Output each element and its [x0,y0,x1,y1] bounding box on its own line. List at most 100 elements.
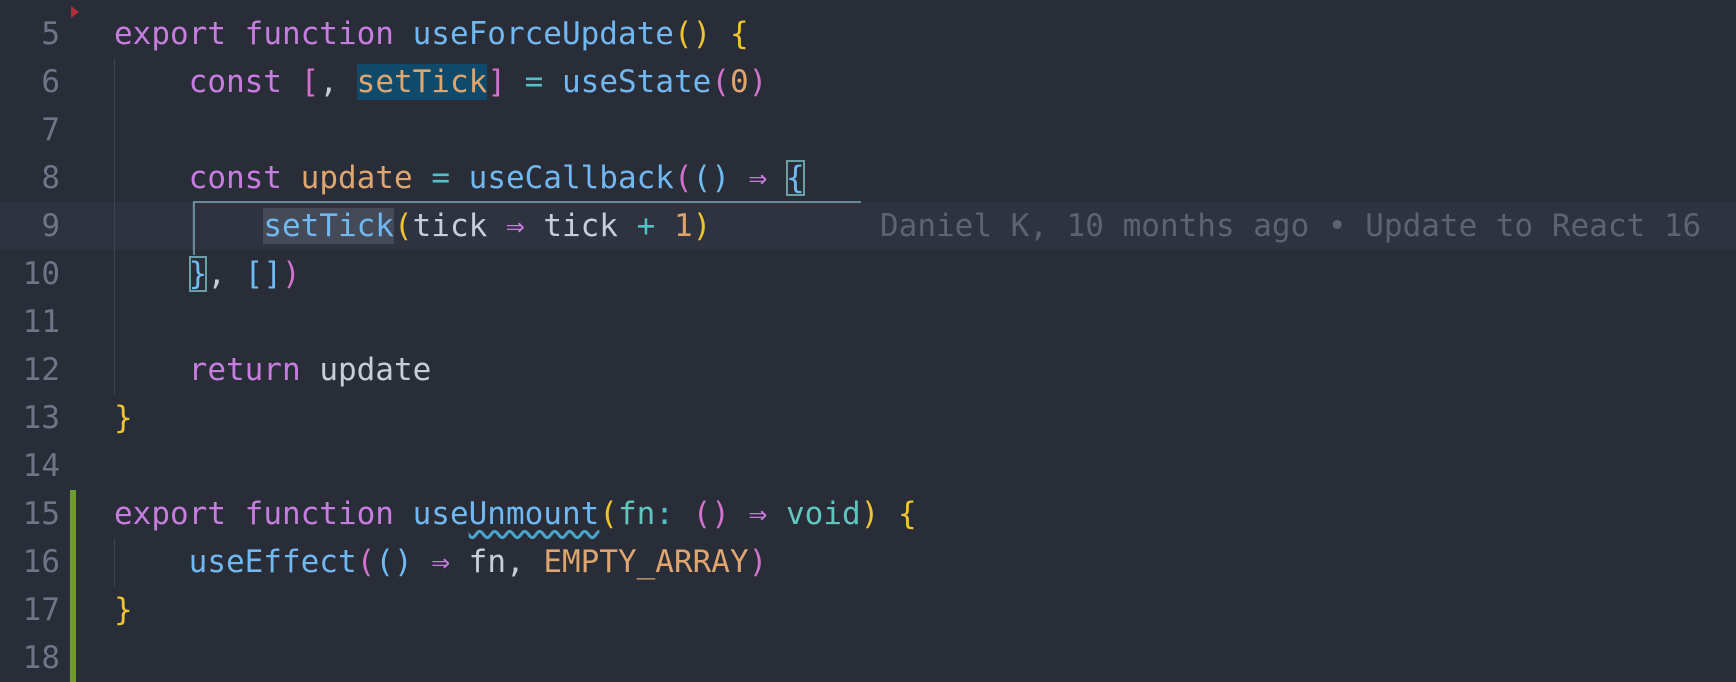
code-text[interactable]: export function useUnmount(fn: () ⇒ void… [114,490,917,538]
code-token: ⇒ [505,208,525,244]
code-token: = [524,64,544,100]
code-text[interactable]: return update [114,346,432,394]
code-token: useState [562,64,712,100]
code-token: ] [487,64,506,100]
code-token: setTick [356,64,488,100]
code-token: ( [711,64,730,100]
code-token: return [188,352,301,388]
code-line[interactable]: 13} [0,394,1736,442]
code-line[interactable]: 17} [0,586,1736,634]
line-number[interactable]: 10 [0,250,60,298]
code-token: ) [860,496,880,532]
line-number[interactable]: 18 [0,634,60,682]
code-line[interactable]: 6 const [, setTick] = useState(0) [0,58,1736,106]
code-line[interactable]: 18 [0,634,1736,682]
code-text[interactable]: useEffect(() ⇒ fn, EMPTY_ARRAY) [114,538,768,586]
code-token: ) [711,496,730,532]
code-line[interactable]: 16 useEffect(() ⇒ fn, EMPTY_ARRAY) [0,538,1736,586]
code-token: ( [356,544,376,580]
code-token: ( [673,16,693,52]
code-token: ) [748,544,768,580]
bracket-scope-line [193,201,861,203]
line-number[interactable]: 13 [0,394,60,442]
code-token: const [188,160,282,196]
code-token: , [506,544,544,580]
code-token: 1 [673,208,693,244]
code-token: ⇒ [748,160,768,196]
code-token: function [244,16,394,52]
code-text[interactable]: } [114,394,133,442]
code-text[interactable]: const update = useCallback(() ⇒ { [114,154,805,202]
code-token: tick [543,208,618,244]
line-number[interactable]: 5 [0,10,60,58]
code-token: ) [748,64,768,100]
code-token: const [188,64,282,100]
code-text[interactable]: export function useForceUpdate() { [114,10,749,58]
code-token: : [655,496,693,532]
code-token: { [786,160,805,196]
line-number[interactable]: 12 [0,346,60,394]
code-token: use [412,496,469,532]
line-number[interactable]: 16 [0,538,60,586]
line-number[interactable]: 7 [0,106,60,154]
code-token: ( [673,160,693,196]
code-line[interactable]: 11 [0,298,1736,346]
code-line[interactable]: 8 const update = useCallback(() ⇒ { [0,154,1736,202]
code-token: fn [617,496,656,532]
line-number[interactable]: 15 [0,490,60,538]
code-line[interactable]: 5 export function useForceUpdate() { [0,10,1736,58]
line-number[interactable]: 6 [0,58,60,106]
code-token: ( [375,544,394,580]
code-text[interactable]: } [114,586,133,634]
code-text[interactable]: setTick(tick ⇒ tick + 1) [114,202,711,250]
git-added-gutter-marker [70,490,76,538]
line-number[interactable]: 14 [0,442,60,490]
code-token: ( [599,496,618,532]
code-token: function [244,496,394,532]
code-line[interactable]: 15 export function useUnmount(fn: () ⇒ vo… [0,490,1736,538]
code-line[interactable]: 9 setTick(tick ⇒ tick + 1) Daniel K, 10 m… [0,202,1736,250]
code-line[interactable]: 7 [0,106,1736,154]
code-token: ) [692,208,712,244]
code-line[interactable]: 12 return update [0,346,1736,394]
code-token: void [785,496,861,532]
code-text[interactable]: }, []) [114,250,301,298]
code-editor[interactable]: 5 export function useForceUpdate() {6 con… [0,0,1736,682]
code-token: } [188,256,208,292]
code-token: setTick [263,208,394,244]
code-token: ) [393,544,413,580]
code-token: export [114,496,226,532]
line-number[interactable]: 9 [0,202,60,250]
code-token: [ [300,64,320,100]
line-number[interactable]: 11 [0,298,60,346]
code-text[interactable]: const [, setTick] = useState(0) [114,58,767,106]
bracket-scope-line [193,201,195,255]
code-line[interactable]: 10 }, []) [0,250,1736,298]
code-line[interactable]: 14 [0,442,1736,490]
git-added-gutter-marker [70,586,76,634]
line-number[interactable]: 17 [0,586,60,634]
code-token: ( [393,208,413,244]
code-token: [ [244,256,264,292]
git-blame-annotation[interactable]: Daniel K, 10 months ago • Update to Reac… [880,202,1701,250]
code-token: , [207,256,245,292]
code-token: useForceUpdate [412,16,674,52]
line-number[interactable]: 8 [0,154,60,202]
